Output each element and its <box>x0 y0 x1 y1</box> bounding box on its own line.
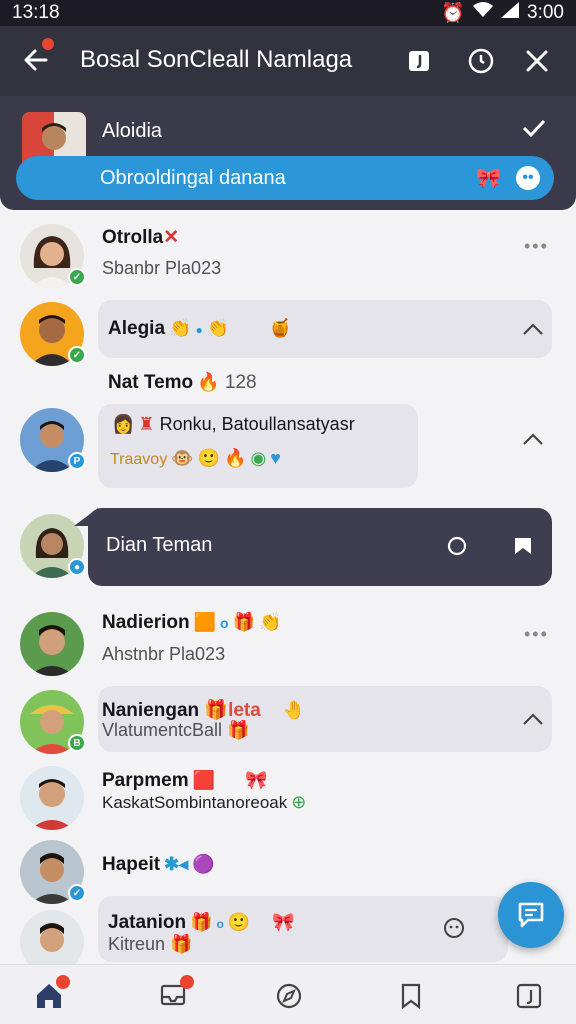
contact-book-button[interactable] <box>404 46 434 76</box>
close-button[interactable] <box>522 46 552 76</box>
chat-preview: Sbanbr Pla023 <box>102 258 222 278</box>
chat-bubble-icon <box>518 902 544 928</box>
chat-preview: KaskatSombintanoreoak ⊕ <box>102 792 307 812</box>
nav-inbox[interactable] <box>156 975 194 1013</box>
page-title: Bosal SonCleall Namlaga <box>80 46 353 73</box>
close-icon <box>526 50 548 72</box>
more-icon[interactable]: ••• <box>524 624 549 645</box>
online-status-icon: B <box>68 734 86 752</box>
chat-name: Alegia 👏 ● 👏 🍯 <box>108 318 292 339</box>
chat-name: Dian Teman <box>106 534 213 556</box>
chat-name: Hapeit ✱◂ 🟣 <box>102 854 215 875</box>
chat-preview: Traavoy 🐵 🙂 🔥 ◉ ♥ <box>110 448 281 468</box>
alarm-icon: ⏰ <box>441 3 466 24</box>
contact-book-icon <box>409 51 429 71</box>
nav-home[interactable] <box>32 975 70 1013</box>
notification-badge <box>42 38 54 50</box>
chat-name: 👩 ♜ Ronku, Batoullansatyasr <box>112 414 355 434</box>
status-icon: ● <box>68 558 86 576</box>
sticker-icon: 🎀 <box>476 168 501 190</box>
bookmark-icon[interactable] <box>512 535 534 557</box>
more-icon[interactable]: ••• <box>524 236 549 257</box>
avatar <box>20 766 84 830</box>
nav-music[interactable] <box>512 979 546 1013</box>
check-icon <box>522 118 546 143</box>
avatar: P <box>20 408 86 472</box>
avatar: B <box>20 690 86 754</box>
online-status-icon: ✓ <box>68 346 86 364</box>
pinned-message-text: Obrooldingal danana <box>100 166 286 189</box>
new-message-button[interactable] <box>498 882 564 948</box>
bubble-tail <box>74 508 98 526</box>
status-clock: 3:00 <box>527 2 564 23</box>
notification-badge <box>180 975 194 989</box>
chat-name: Nadierion 🟧 o 🎁 👏 <box>102 612 282 633</box>
chat-name: Nat Temo 🔥 128 <box>108 372 257 393</box>
notification-badge <box>56 975 70 989</box>
emoji-face-icon[interactable]: •• <box>516 166 540 190</box>
close-icon: ✕ <box>163 227 180 248</box>
avatar: ✓ <box>20 302 86 366</box>
chevron-up-icon[interactable] <box>522 322 544 336</box>
chat-preview: Kitreun 🎁 <box>108 934 193 954</box>
compass-icon <box>276 983 302 1009</box>
bookmark-icon <box>401 983 421 1010</box>
chat-name: Jatanion 🎁 o 🙂 🎀 <box>108 912 295 933</box>
status-icon: ✓ <box>68 884 86 902</box>
bottom-navigation <box>0 964 576 1024</box>
avatar: ✓ <box>20 224 86 288</box>
wifi-icon <box>473 2 494 24</box>
nav-saved[interactable] <box>394 979 428 1013</box>
avatar: ✓ <box>20 840 86 904</box>
chevron-up-icon[interactable] <box>522 432 544 446</box>
app-bar: Bosal SonCleall Namlaga <box>0 26 576 96</box>
online-status-icon: ✓ <box>68 268 86 286</box>
chat-tag: 🎁leta <box>204 700 261 721</box>
chat-name: Parpmem 🟥 🎀 <box>102 770 268 791</box>
history-button[interactable] <box>466 46 496 76</box>
status-bar: 13:18 ⏰ 3:00 <box>0 0 576 26</box>
chat-name: Otrolla✕ <box>102 227 180 248</box>
pinned-name: Aloidia <box>102 120 163 142</box>
clock-icon <box>468 48 494 74</box>
status-time: 13:18 <box>12 2 60 23</box>
chevron-up-icon[interactable] <box>522 712 544 726</box>
avatar <box>20 612 84 676</box>
pinned-message[interactable]: Obrooldingal danana 🎀 •• <box>16 156 554 200</box>
status-icon: P <box>68 452 86 470</box>
music-note-icon <box>516 983 542 1009</box>
chat-name: Naniengan 🎁leta 🤚 <box>102 700 306 721</box>
chat-preview: VlatumentcBall 🎁 <box>102 720 250 740</box>
nav-explore[interactable] <box>272 979 306 1013</box>
emoji-react-icon[interactable] <box>442 916 466 940</box>
circle-icon[interactable] <box>446 535 468 557</box>
chat-preview: Ahstnbr Pla023 <box>102 644 226 664</box>
signal-icon <box>501 2 520 24</box>
